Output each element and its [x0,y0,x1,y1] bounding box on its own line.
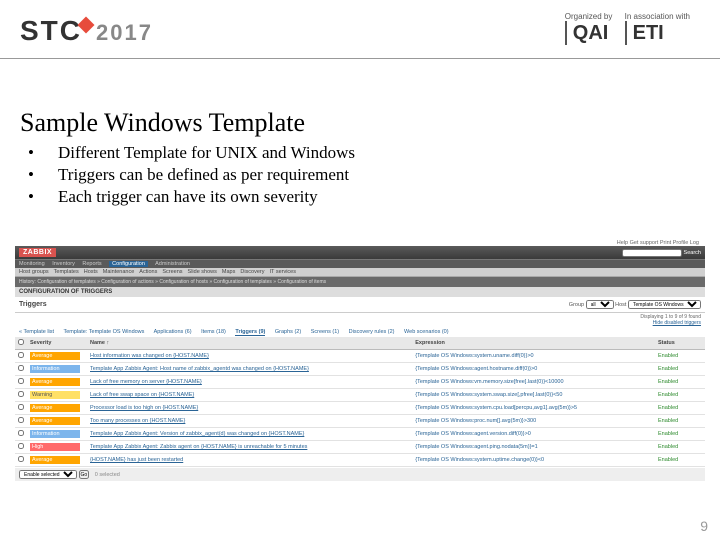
bullet-item: Each trigger can have its own severity [58,187,318,206]
severity-badge: Average [30,352,80,360]
trigger-expression: {Template OS Windows:agent.version.diff(… [415,431,531,437]
status-link[interactable]: Enabled [658,353,678,359]
status-link[interactable]: Enabled [658,431,678,437]
triggers-table: Severity Name ↑ Expression Status Averag… [15,337,705,467]
main-nav[interactable]: Monitoring Inventory Reports Configurati… [15,259,705,268]
table-row: Average Lack of free memory on server {HO… [15,376,705,389]
bullet-list: •Different Template for UNIX and Windows… [28,142,355,208]
host-select[interactable]: Template OS Windows [628,300,701,309]
table-row: Average Processor load is too high on {HO… [15,402,705,415]
status-link[interactable]: Enabled [658,366,678,372]
template-tabs[interactable]: « Template list Template: Template OS Wi… [15,327,705,337]
row-checkbox[interactable] [18,404,24,410]
stc-logo: STC2017 [20,15,153,47]
zabbix-logo: ZABBIX [19,248,56,257]
trigger-name-link[interactable]: Template App Zabbix Agent: Version of za… [90,431,304,437]
section-title: CONFIGURATION OF TRIGGERS [15,287,705,297]
severity-badge: Warning [30,391,80,399]
row-checkbox[interactable] [18,391,24,397]
row-checkbox[interactable] [18,430,24,436]
trigger-expression: {Template OS Windows:system.uname.diff(0… [415,353,533,359]
severity-badge: Information [30,430,80,438]
table-row: Average Host information was changed on {… [15,350,705,363]
trigger-name-link[interactable]: Lack of free memory on server {HOST.NAME… [90,379,202,385]
status-link[interactable]: Enabled [658,444,678,450]
group-select[interactable]: all [586,300,614,309]
trigger-name-link[interactable]: Host information was changed on {HOST.NA… [90,353,209,359]
severity-badge: Average [30,456,80,464]
zabbix-screenshot: Help Get support Print Profile Log ZABBI… [15,240,705,481]
table-row: Information Template App Zabbix Agent: Ve… [15,428,705,441]
page-number: 9 [700,518,708,534]
table-row: Average {HOST.NAME} has just been restart… [15,454,705,467]
trigger-expression: {Template OS Windows:system.swap.size[,p… [415,392,562,398]
status-link[interactable]: Enabled [658,405,678,411]
bulk-action-bar: Enable selected Go 0 selected [15,468,705,481]
trigger-name-link[interactable]: Template App Zabbix Agent: Host name of … [90,366,309,372]
bullet-item: Triggers can be defined as per requireme… [58,165,349,184]
association-label: In association with [625,12,690,21]
severity-badge: Average [30,404,80,412]
trigger-expression: {Template OS Windows:proc.num[].avg(5m)}… [415,418,536,424]
severity-badge: Average [30,417,80,425]
slide-title: Sample Windows Template [20,108,305,138]
row-checkbox[interactable] [18,365,24,371]
status-link[interactable]: Enabled [658,418,678,424]
trigger-name-link[interactable]: Too many processes on {HOST.NAME} [90,418,185,424]
trigger-name-link[interactable]: Processor load is too high on {HOST.NAME… [90,405,198,411]
status-link[interactable]: Enabled [658,392,678,398]
trigger-expression: {Template OS Windows:system.cpu.load[per… [415,405,577,411]
breadcrumb: History: Configuration of templates » Co… [15,277,705,287]
trigger-name-link[interactable]: Template App Zabbix Agent: Zabbix agent … [90,444,307,450]
severity-badge: Information [30,365,80,373]
severity-badge: High [30,443,80,451]
search-box[interactable]: Search [622,249,701,257]
qai-logo: QAI [573,22,609,44]
table-row: Warning Lack of free swap space on {HOST.… [15,389,705,402]
status-link[interactable]: Enabled [658,457,678,463]
trigger-expression: {Template OS Windows:agent.hostname.diff… [415,366,537,372]
trigger-name-link[interactable]: Lack of free swap space on {HOST.NAME} [90,392,194,398]
trigger-expression: {Template OS Windows:agent.ping.nodata(5… [415,444,537,450]
go-button[interactable]: Go [79,470,90,479]
sub-nav[interactable]: Host groupsTemplatesHostsMaintenanceActi… [15,268,705,277]
bulk-action-select[interactable]: Enable selected [19,470,77,479]
triggers-title: Triggers [19,301,47,308]
select-all-checkbox[interactable] [18,339,24,345]
eti-logo: ETI [633,22,664,44]
status-link[interactable]: Enabled [658,379,678,385]
trigger-name-link[interactable]: {HOST.NAME} has just been restarted [90,457,183,463]
hide-disabled-link[interactable]: Hide disabled triggers [653,320,701,326]
row-checkbox[interactable] [18,443,24,449]
row-checkbox[interactable] [18,456,24,462]
sponsor-block: Organized by QAI In association with ETI [555,12,690,45]
table-row: Average Too many processes on {HOST.NAME}… [15,415,705,428]
organized-by-label: Organized by [565,12,613,21]
trigger-expression: {Template OS Windows:system.uptime.chang… [415,457,544,463]
severity-badge: Average [30,378,80,386]
row-checkbox[interactable] [18,378,24,384]
trigger-expression: {Template OS Windows:vm.memory.size[free… [415,379,563,385]
bullet-item: Different Template for UNIX and Windows [58,143,355,162]
header-divider [0,58,720,59]
row-checkbox[interactable] [18,417,24,423]
table-row: Information Template App Zabbix Agent: Ho… [15,363,705,376]
row-checkbox[interactable] [18,352,24,358]
table-row: High Template App Zabbix Agent: Zabbix ag… [15,441,705,454]
